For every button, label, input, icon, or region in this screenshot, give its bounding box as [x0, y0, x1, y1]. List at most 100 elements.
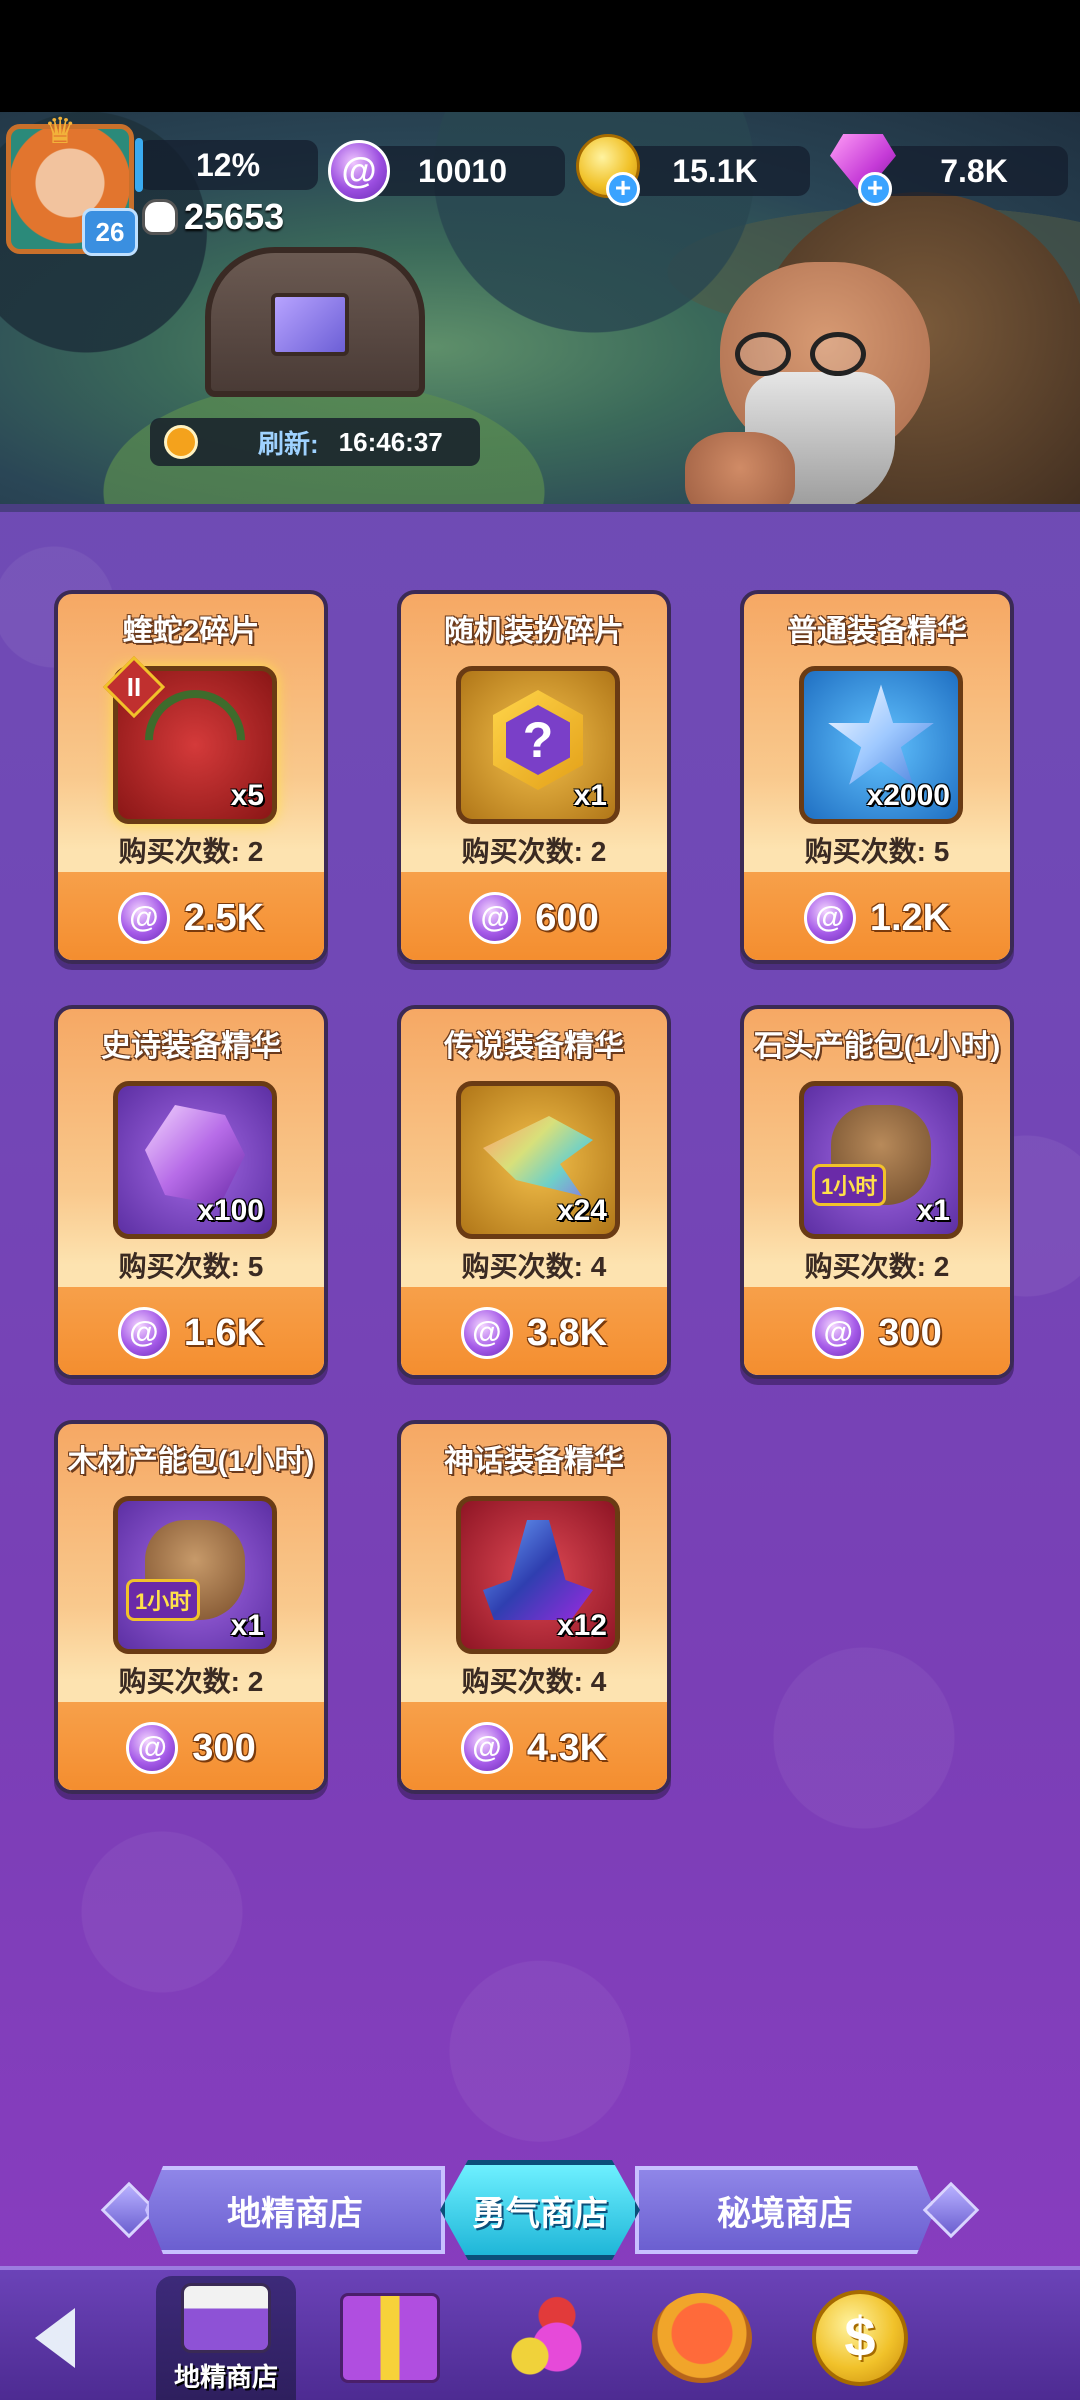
shop-card-mythic-essence[interactable]: 神话装备精华 x12 购买次数: 4 4.3K: [397, 1420, 671, 1794]
card-title: 随机装扮碎片: [444, 615, 624, 648]
player-level-badge: 26: [82, 208, 138, 256]
refresh-time: 16:46:37: [338, 426, 443, 457]
buy-button[interactable]: 3.8K: [401, 1287, 667, 1375]
nav-crown-badge[interactable]: [632, 2276, 772, 2400]
purple-crystal-icon: [145, 1105, 245, 1205]
mythic-gem-cluster-icon: [483, 1520, 593, 1620]
buy-button[interactable]: 300: [744, 1287, 1010, 1375]
wagon-illustration: [205, 247, 425, 397]
refresh-label: 刷新:: [258, 428, 319, 459]
price-value: 300: [878, 1311, 942, 1354]
price-value: 4.3K: [526, 1726, 608, 1769]
purchase-count: 购买次数: 5: [804, 836, 950, 867]
courage-orb-icon: [117, 892, 170, 944]
buy-button[interactable]: 1.6K: [58, 1287, 324, 1375]
gems-upgrade-icon: [503, 2293, 593, 2383]
price-value: 2.5K: [183, 896, 265, 939]
fist-icon: [142, 199, 178, 235]
shop-card-legendary-essence[interactable]: 传说装备精华 x24 购买次数: 4 3.8K: [397, 1005, 671, 1379]
buy-button[interactable]: 1.2K: [744, 872, 1010, 960]
stopwatch-icon: [164, 425, 198, 459]
buy-button[interactable]: 600: [401, 872, 667, 960]
courage-orb-icon: [812, 1307, 865, 1359]
refresh-timer: 刷新: 16:46:37: [150, 418, 480, 466]
power-display: 25653: [142, 196, 284, 238]
duration-tag: 1小时: [812, 1164, 887, 1206]
power-value: 25653: [184, 196, 285, 237]
item-quantity: x24: [556, 1194, 607, 1227]
courage-orb-icon: [469, 892, 522, 944]
item-quantity: x1: [916, 1194, 950, 1227]
shop-card-common-essence[interactable]: 普通装备精华 x2000 购买次数: 5 1.2K: [740, 590, 1014, 964]
nav-label: 地精商店: [173, 2361, 278, 2392]
courage-orb-icon: [126, 1722, 179, 1774]
tab-courage-shop[interactable]: 勇气商店: [440, 2160, 640, 2260]
purchase-count: 购买次数: 2: [118, 836, 264, 867]
exp-bar: [135, 138, 143, 192]
card-title: 蝰蛇2碎片: [122, 615, 260, 648]
card-title: 石头产能包(1小时): [753, 1030, 1001, 1063]
buy-button[interactable]: 4.3K: [401, 1702, 667, 1790]
duration-tag: 1小时: [126, 1579, 201, 1621]
item-quantity: x12: [556, 1609, 607, 1642]
purchase-count: 购买次数: 2: [804, 1251, 950, 1282]
back-button[interactable]: [10, 2276, 150, 2400]
card-title: 普通装备精华: [787, 615, 967, 648]
price-value: 1.6K: [183, 1311, 265, 1354]
card-title: 神话装备精华: [444, 1445, 624, 1478]
bottom-nav: 地精商店 $: [0, 2266, 1080, 2400]
courage-orb-icon: [460, 1722, 513, 1774]
mystery-hex-icon: ?: [493, 690, 583, 790]
buy-button[interactable]: 2.5K: [58, 872, 324, 960]
item-icon-box: x100: [113, 1081, 277, 1239]
item-quantity: x2000: [866, 779, 950, 812]
purchase-count: 购买次数: 5: [118, 1251, 264, 1282]
tab-secret-realm-shop[interactable]: 秘境商店: [635, 2166, 935, 2254]
gold-currency[interactable]: 15.1K: [620, 146, 810, 196]
tab-gnome-shop[interactable]: 地精商店: [145, 2166, 445, 2254]
buy-button[interactable]: 300: [58, 1702, 324, 1790]
back-arrow-icon: [35, 2308, 125, 2368]
gem-currency[interactable]: 7.8K: [880, 146, 1068, 196]
gift-box-icon: [340, 2293, 440, 2383]
courage-orb-icon: [460, 1307, 513, 1359]
coin-icon: $: [812, 2290, 908, 2386]
courage-orb-icon: [328, 140, 390, 202]
add-gold-icon[interactable]: +: [606, 172, 640, 206]
gold-value: 15.1K: [672, 152, 758, 189]
blue-crystal-star-icon: [828, 684, 934, 785]
item-icon-box: 1小时 x1: [113, 1496, 277, 1654]
price-value: 600: [535, 896, 599, 939]
rainbow-shard-icon: [483, 1116, 593, 1196]
nav-gift[interactable]: [320, 2276, 460, 2400]
tab-bar-right-ornament: [922, 2181, 980, 2239]
courage-orb-icon: [803, 892, 856, 944]
shop-card-epic-essence[interactable]: 史诗装备精华 x100 购买次数: 5 1.6K: [54, 1005, 328, 1379]
gem-value: 7.8K: [940, 152, 1008, 189]
card-title: 传说装备精华: [444, 1030, 624, 1063]
item-quantity: x1: [573, 779, 607, 812]
purchase-count: 购买次数: 2: [461, 836, 607, 867]
price-value: 3.8K: [526, 1311, 608, 1354]
item-icon-box: II x5: [102, 655, 277, 824]
courage-orb-icon: [117, 1307, 170, 1359]
courage-value: 10010: [418, 152, 507, 189]
shop-card-stone-pack[interactable]: 石头产能包(1小时) 1小时 x1 购买次数: 2 300: [740, 1005, 1014, 1379]
exp-percent: 12%: [138, 140, 318, 190]
shop-card-viper-shard[interactable]: 蝰蛇2碎片 II x5 购买次数: 2 2.5K: [54, 590, 328, 964]
item-icon-box: x12: [456, 1496, 620, 1654]
card-title: 木材产能包(1小时): [67, 1445, 315, 1478]
nav-gnome-shop[interactable]: 地精商店: [156, 2276, 296, 2400]
price-value: 1.2K: [869, 896, 951, 939]
item-icon-box: x24: [456, 1081, 620, 1239]
add-gem-icon[interactable]: +: [858, 172, 892, 206]
status-bar: [0, 0, 1080, 112]
item-quantity: x1: [230, 1609, 264, 1642]
nav-coin-shop[interactable]: $: [790, 2276, 930, 2400]
crown-icon: ♛: [44, 110, 77, 151]
nav-gems-upgrade[interactable]: [478, 2276, 618, 2400]
courage-currency: 10010: [360, 146, 565, 196]
shop-card-wood-pack[interactable]: 木材产能包(1小时) 1小时 x1 购买次数: 2 300: [54, 1420, 328, 1794]
purchase-count: 购买次数: 4: [461, 1251, 607, 1282]
shop-card-random-costume-shard[interactable]: 随机装扮碎片 ? x1 购买次数: 2 600: [397, 590, 671, 964]
